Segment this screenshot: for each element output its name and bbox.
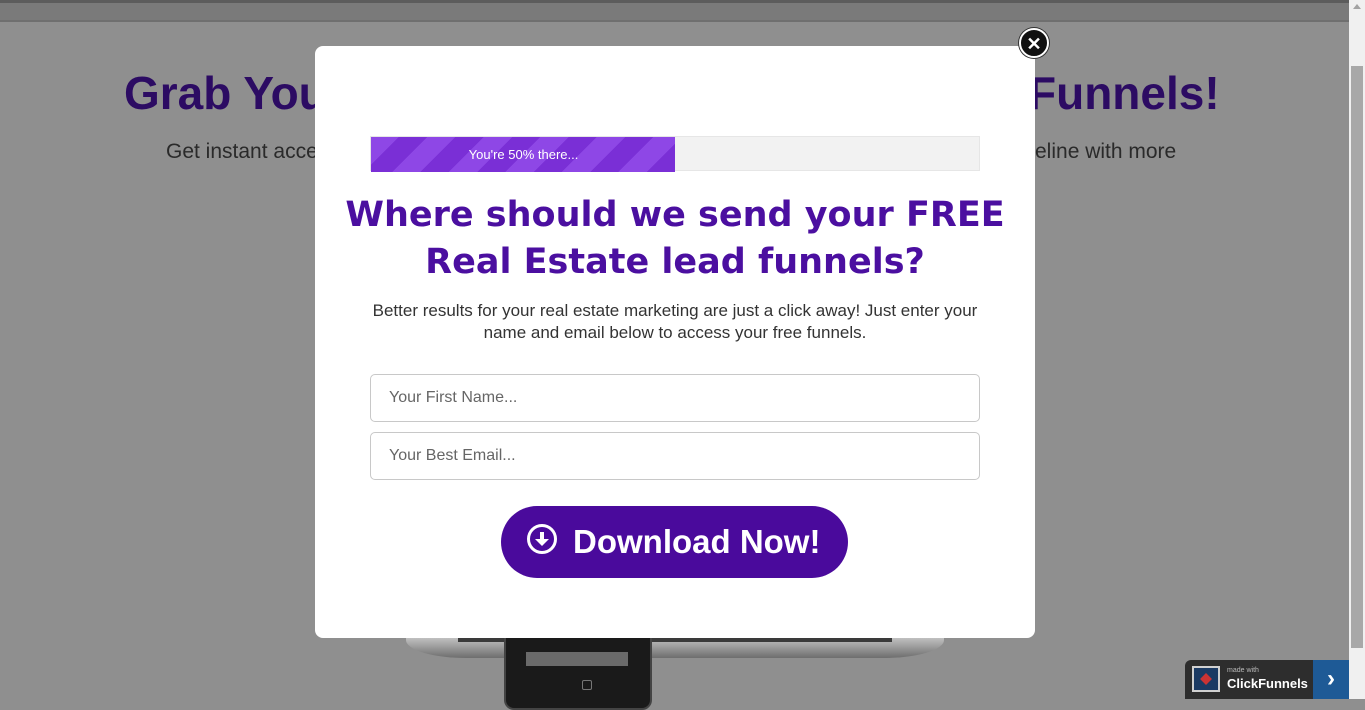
scrollbar-thumb[interactable] [1351,66,1363,648]
progress-bar: You're 50% there... [370,136,980,172]
chevron-right-icon[interactable]: › [1313,660,1349,699]
background-subheadline-left: Get instant acce [166,140,318,163]
clickfunnels-badge[interactable]: made with ClickFunnels › [1185,660,1349,699]
optin-modal: You're 50% there... Where should we send… [315,46,1035,638]
first-name-input[interactable] [370,374,980,422]
clickfunnels-logo-icon [1192,666,1220,692]
progress-label: You're 50% there... [468,147,579,162]
top-bar-divider [0,20,1349,22]
badge-made-with: made with [1227,667,1259,674]
badge-brand-name: ClickFunnels [1227,676,1308,691]
vertical-scrollbar[interactable] [1349,0,1365,699]
phone-screen [526,652,628,666]
close-icon[interactable]: ✕ [1019,28,1049,58]
background-headline-right: Funnels! [1028,67,1220,119]
download-now-label: Download Now! [573,523,821,560]
download-arrow-icon [527,524,557,554]
download-now-button[interactable]: Download Now! [501,506,848,578]
background-headline-left: Grab You [124,67,327,119]
modal-description: Better results for your real estate mark… [372,301,978,342]
phone-home-button [582,680,592,690]
top-bar [0,0,1349,22]
scroll-up-arrow-icon[interactable] [1353,4,1361,9]
email-input[interactable] [370,432,980,480]
modal-title: Where should we send your FREE Real Esta… [345,195,1005,282]
background-subheadline-right: eline with more [1035,140,1177,163]
